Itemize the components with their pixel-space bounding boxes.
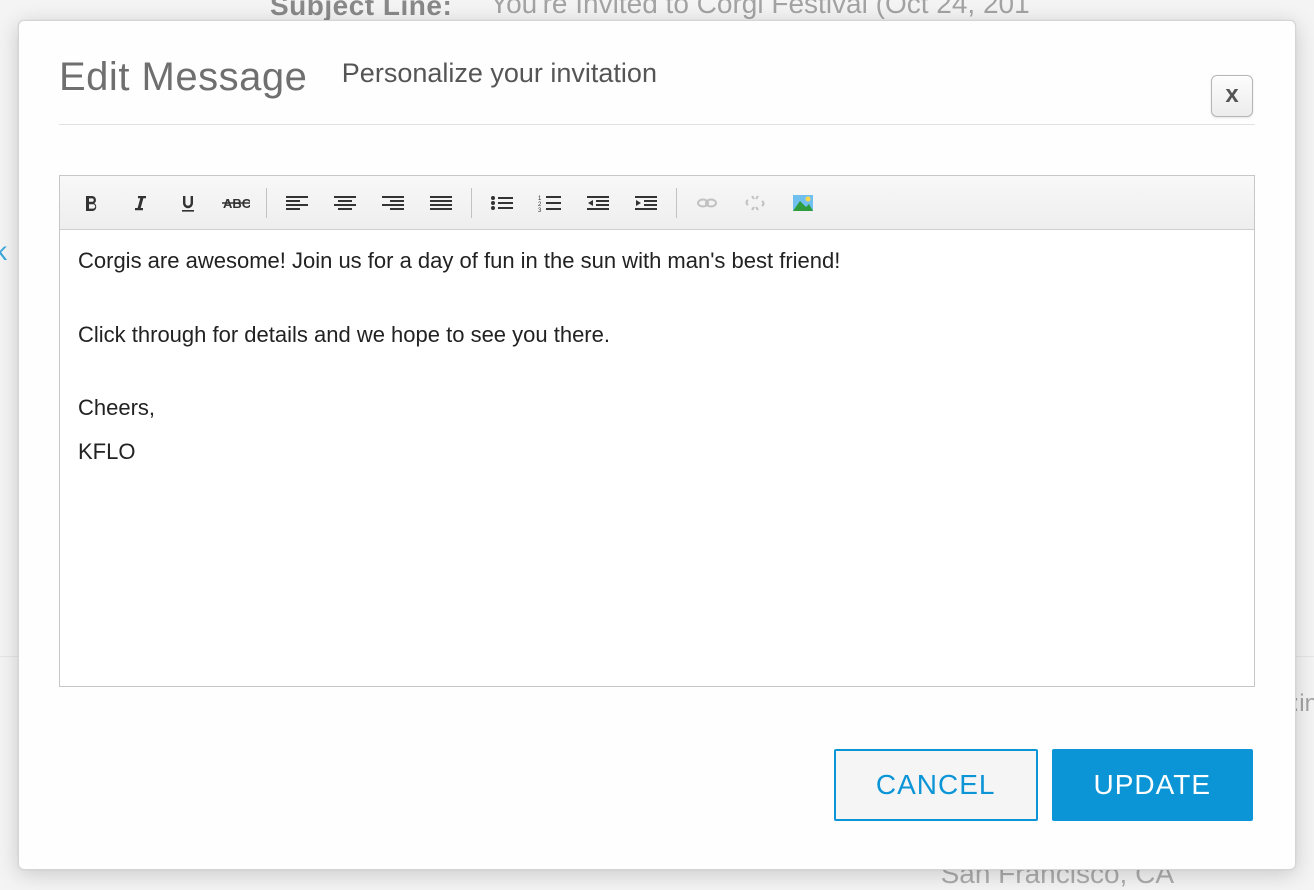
cancel-button[interactable]: CANCEL [834,749,1038,821]
image-icon [792,193,814,213]
update-button[interactable]: UPDATE [1052,749,1254,821]
rich-text-editor: ABC 123 [59,175,1255,687]
body-paragraph: KFLO [78,437,1236,467]
unordered-list-button[interactable] [482,186,522,220]
svg-text:3: 3 [538,208,542,213]
subject-line-label: Subject Line: [270,0,452,22]
justify-icon [429,193,453,213]
remove-link-button[interactable] [735,186,775,220]
italic-button[interactable] [120,186,160,220]
insert-image-button[interactable] [783,186,823,220]
indent-button[interactable] [626,186,666,220]
strikethrough-icon: ABC [222,193,250,213]
bold-icon [82,193,102,213]
align-right-button[interactable] [373,186,413,220]
link-icon [695,193,719,213]
justify-button[interactable] [421,186,461,220]
underline-icon [178,193,198,213]
outdent-icon [586,193,610,213]
close-button[interactable]: x [1211,75,1253,117]
italic-icon [130,193,150,213]
editor-toolbar: ABC 123 [60,176,1254,230]
modal-title: Edit Message [59,55,307,100]
outdent-button[interactable] [578,186,618,220]
underline-button[interactable] [168,186,208,220]
body-paragraph: Corgis are awesome! Join us for a day of… [78,246,1236,276]
body-paragraph: Cheers, [78,393,1236,423]
modal-header: Edit Message Personalize your invitation… [19,21,1295,124]
strikethrough-button[interactable]: ABC [216,186,256,220]
align-left-icon [285,193,309,213]
toolbar-separator [471,188,472,218]
align-center-button[interactable] [325,186,365,220]
unlink-icon [743,193,767,213]
indent-icon [634,193,658,213]
bg-link-fragment: k [0,236,7,267]
align-right-icon [381,193,405,213]
ordered-list-button[interactable]: 123 [530,186,570,220]
unordered-list-icon [490,193,514,213]
edit-message-modal: Edit Message Personalize your invitation… [18,20,1296,870]
message-body-input[interactable]: Corgis are awesome! Join us for a day of… [60,230,1254,686]
close-icon: x [1225,81,1238,108]
toolbar-separator [676,188,677,218]
modal-subtitle: Personalize your invitation [342,58,657,89]
modal-footer: CANCEL UPDATE [19,687,1295,841]
header-divider [59,124,1255,125]
align-left-button[interactable] [277,186,317,220]
toolbar-separator [266,188,267,218]
insert-link-button[interactable] [687,186,727,220]
bold-button[interactable] [72,186,112,220]
align-center-icon [333,193,357,213]
subject-line-value: You're Invited to Corgi Festival (Oct 24… [490,0,1030,20]
ordered-list-icon: 123 [538,193,562,213]
body-paragraph: Click through for details and we hope to… [78,320,1236,350]
